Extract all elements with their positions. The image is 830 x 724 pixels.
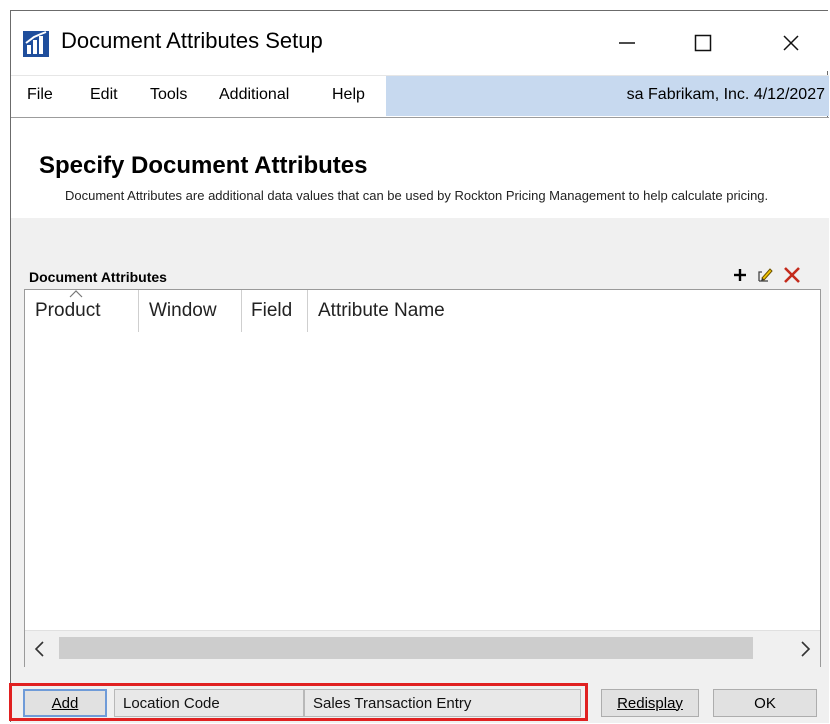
location-code-value: Location Code: [123, 694, 220, 712]
column-header-attribute-name[interactable]: Attribute Name: [308, 290, 508, 332]
scrollbar-thumb[interactable]: [59, 637, 753, 659]
delete-row-button[interactable]: [781, 264, 803, 286]
delete-x-icon: [784, 267, 800, 283]
menu-file[interactable]: File: [27, 86, 53, 104]
content-area: Document Attributes Product Window Field…: [9, 218, 829, 723]
ok-button[interactable]: OK: [713, 689, 817, 717]
horizontal-scrollbar[interactable]: [25, 630, 820, 667]
column-header-attribute-name-label: Attribute Name: [318, 300, 445, 321]
close-button[interactable]: [763, 21, 819, 65]
menu-bar: File Edit Tools Additional Help sa Fabri…: [11, 75, 829, 116]
plus-icon: [734, 269, 746, 281]
menu-help[interactable]: Help: [332, 86, 365, 104]
title-bar: Document Attributes Setup: [11, 11, 829, 71]
window-name-field[interactable]: Sales Transaction Entry: [304, 689, 581, 717]
scroll-left-arrow-icon[interactable]: [33, 640, 47, 658]
page-header: Specify Document Attributes Document Att…: [11, 117, 829, 219]
page-title: Specify Document Attributes: [39, 152, 368, 179]
column-header-product[interactable]: Product: [35, 290, 139, 332]
menu-tools[interactable]: Tools: [150, 86, 187, 104]
add-button-label: Add: [51, 694, 79, 712]
column-header-field-label: Field: [251, 300, 293, 321]
maximize-icon: [694, 34, 712, 52]
add-row-button[interactable]: [729, 264, 751, 286]
maximize-button[interactable]: [675, 21, 731, 65]
window-name-value: Sales Transaction Entry: [313, 694, 472, 712]
window-title: Document Attributes Setup: [61, 28, 323, 53]
menu-edit[interactable]: Edit: [90, 86, 118, 104]
minimize-icon: [619, 42, 635, 44]
column-header-product-label: Product: [35, 300, 101, 321]
column-header-field[interactable]: Field: [242, 290, 308, 332]
bottom-action-row: Add Location Code Sales Transaction Entr…: [9, 679, 829, 723]
user-company-date: sa Fabrikam, Inc. 4/12/2027: [626, 86, 825, 103]
add-button[interactable]: Add: [23, 689, 107, 717]
bar-chart-app-icon: [23, 31, 49, 57]
column-header-window[interactable]: Window: [139, 290, 242, 332]
minimize-button[interactable]: [599, 21, 655, 65]
document-attributes-window: Document Attributes Setup File Edit Tool…: [9, 10, 829, 723]
menu-additional[interactable]: Additional: [219, 86, 289, 104]
close-icon: [783, 35, 799, 51]
redisplay-button-label: Redisplay: [617, 694, 683, 712]
redisplay-button[interactable]: Redisplay: [601, 689, 699, 717]
edit-row-button[interactable]: [754, 264, 776, 286]
document-attributes-grid[interactable]: Product Window Field Attribute Name: [24, 289, 821, 667]
location-code-field[interactable]: Location Code: [114, 689, 304, 717]
column-header-window-label: Window: [149, 300, 217, 321]
sort-ascending-icon: [69, 290, 83, 298]
ok-button-label: OK: [754, 694, 776, 712]
page-description: Document Attributes are additional data …: [65, 188, 769, 203]
scroll-right-arrow-icon[interactable]: [798, 640, 812, 658]
user-info-bar: sa Fabrikam, Inc. 4/12/2027: [386, 76, 829, 116]
pencil-edit-icon: [758, 268, 773, 282]
grid-label: Document Attributes: [29, 269, 167, 285]
